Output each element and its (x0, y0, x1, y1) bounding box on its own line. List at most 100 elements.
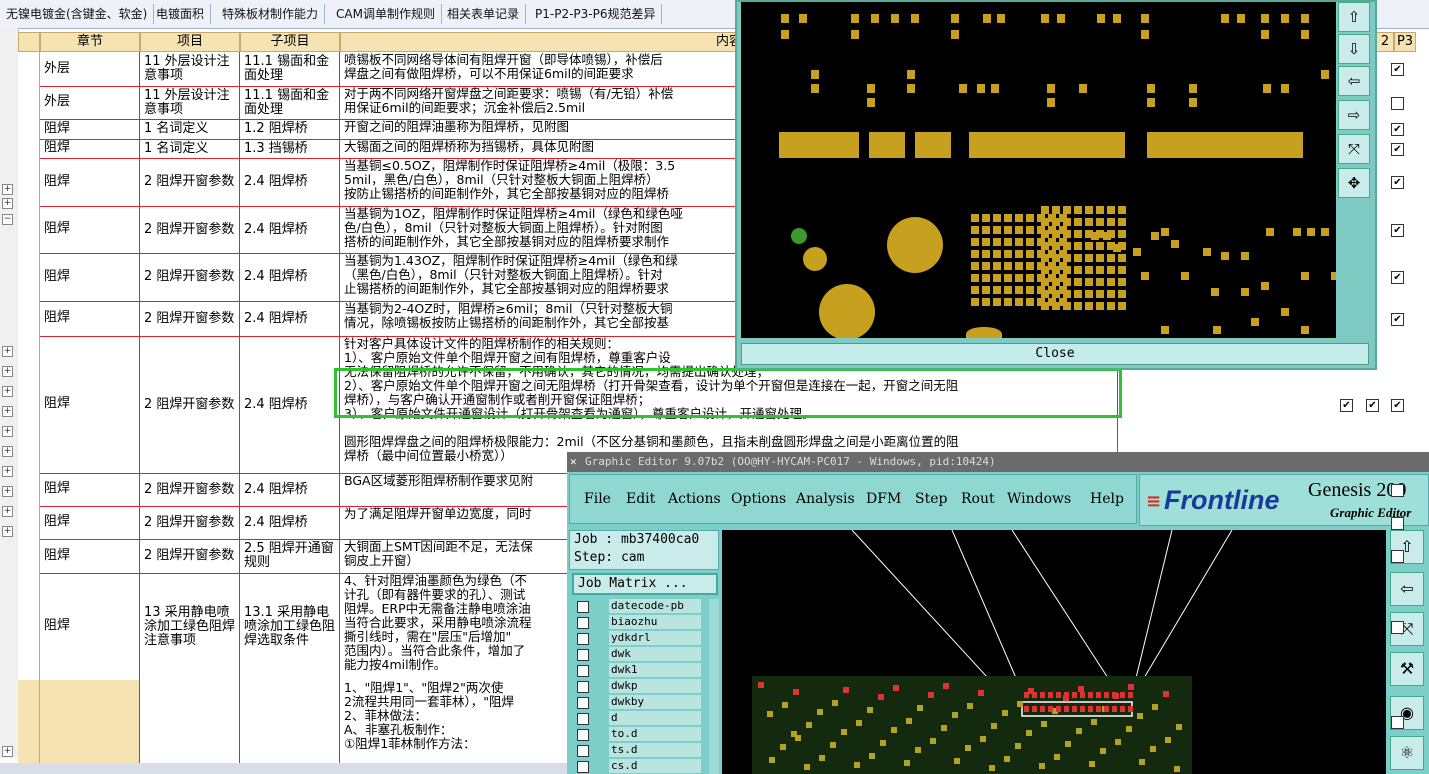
cell-subitem[interactable]: 11.1 锡面和金面处理 (240, 86, 340, 119)
menu-analysis[interactable]: Analysis (796, 491, 855, 507)
checkbox-p3[interactable]: ✔ (1391, 398, 1404, 412)
layer-name[interactable]: biaozhu (609, 615, 701, 629)
column-header-item[interactable]: 项目 (140, 32, 240, 52)
cell-item[interactable]: 13 采用静电喷涂加工绿色阻焊注意事项 (140, 573, 240, 680)
row-header[interactable] (18, 506, 40, 539)
checkbox-p3[interactable]: ✔ (1391, 142, 1404, 156)
layer-name[interactable]: to.d (609, 727, 701, 741)
cell-subitem[interactable]: 2.4 阻焊桥 (240, 253, 340, 301)
row-header[interactable] (18, 119, 40, 139)
layer-name[interactable]: dwk (609, 647, 701, 661)
cell-chapter[interactable]: 外层 (40, 52, 140, 86)
cell-subitem[interactable]: 2.4 阻焊桥 (240, 336, 340, 473)
cell-item[interactable]: 2 阻焊开窗参数 (140, 336, 240, 473)
row-header[interactable] (18, 158, 40, 206)
cell-item[interactable]: 2 阻焊开窗参数 (140, 301, 240, 336)
checkbox-p3[interactable] (1391, 550, 1404, 563)
menu-options[interactable]: Options (731, 491, 786, 507)
checkbox-p1[interactable]: ✔ (1366, 398, 1379, 412)
checkbox-p3[interactable]: ✔ (1391, 123, 1404, 136)
expand-icon[interactable]: + (2, 366, 13, 377)
expand-icon[interactable]: + (2, 346, 13, 357)
checkbox-p3[interactable]: ✔ (1391, 271, 1404, 284)
layer-in-icon[interactable]: ⇦ (1338, 66, 1370, 96)
checkbox-p3[interactable] (1391, 716, 1404, 729)
cell-subitem[interactable]: 11.1 锡面和金面处理 (240, 52, 340, 86)
row-header[interactable] (18, 539, 40, 573)
cell-chapter[interactable]: 阻焊 (40, 301, 140, 336)
cell-subitem[interactable]: 2.4 阻焊桥 (240, 473, 340, 506)
menu-windows[interactable]: Windows (1007, 491, 1071, 507)
checkbox-p2[interactable]: ✔ (1340, 398, 1353, 412)
preview-canvas[interactable] (741, 2, 1336, 338)
menu-step[interactable]: Step (915, 491, 947, 507)
cell-chapter[interactable]: 外层 (40, 86, 140, 119)
expand-icon[interactable]: + (2, 486, 13, 497)
layer-checkbox[interactable] (577, 729, 589, 741)
tools-icon[interactable]: ⚒ (1390, 652, 1424, 686)
cell-subitem[interactable]: 1.3 挡锡桥 (240, 139, 340, 158)
layer-checkbox[interactable] (577, 697, 589, 709)
column-header-subitem[interactable]: 子项目 (240, 32, 340, 52)
checkbox-p3[interactable]: ✔ (1391, 176, 1404, 189)
cad-canvas[interactable] (722, 530, 1386, 774)
row-header[interactable] (18, 680, 40, 764)
row-header[interactable] (18, 573, 40, 680)
column-header-p3[interactable]: P3 (1394, 32, 1416, 52)
menu-edit[interactable]: Edit (626, 491, 655, 507)
cell-subitem[interactable]: 2.4 阻焊桥 (240, 506, 340, 539)
checkbox-p3[interactable] (1391, 483, 1404, 497)
row-header[interactable] (18, 473, 40, 506)
checkbox-p3[interactable] (1391, 516, 1404, 530)
layer-checkbox[interactable] (577, 713, 589, 725)
sheet-tab[interactable]: 特殊板材制作能力 (216, 4, 326, 24)
layer-row[interactable]: ydkdrl (577, 631, 713, 646)
close-button[interactable]: Close (741, 343, 1369, 365)
cell-chapter[interactable]: 阻焊 (40, 158, 140, 206)
layer-row[interactable]: cs.d (577, 759, 713, 774)
close-icon[interactable]: ✕ (570, 452, 577, 472)
layer-out-icon[interactable]: ⇨ (1338, 100, 1370, 130)
cell-item[interactable]: 2 阻焊开窗参数 (140, 158, 240, 206)
cell-item[interactable]: 2 阻焊开窗参数 (140, 539, 240, 573)
cell-subitem[interactable] (240, 680, 340, 764)
expand-icon[interactable]: + (2, 526, 13, 537)
checkbox-p3[interactable]: ✔ (1391, 223, 1404, 237)
menu-help[interactable]: Help (1090, 491, 1124, 507)
checkbox-p3[interactable] (1391, 96, 1404, 110)
layer-row[interactable]: to.d (577, 727, 713, 742)
job-matrix-button[interactable]: Job Matrix ... (572, 573, 718, 595)
layer-name[interactable]: cs.d (609, 759, 701, 773)
layer-name[interactable]: ts.d (609, 743, 701, 757)
checkbox-p3[interactable]: ✔ (1391, 312, 1404, 326)
layer-checkbox[interactable] (577, 681, 589, 693)
cell-item[interactable]: 11 外层设计注意事项 (140, 86, 240, 119)
cell-subitem[interactable]: 2.5 阻焊开通窗规则 (240, 539, 340, 573)
column-header-p2[interactable]: 2 (1376, 32, 1394, 52)
cell-chapter[interactable]: 阻焊 (40, 539, 140, 573)
layer-row[interactable]: dwk1 (577, 663, 713, 678)
import-icon[interactable]: ⇩ (1338, 34, 1370, 64)
cell-item[interactable]: 1 名词定义 (140, 119, 240, 139)
layer-row[interactable]: dwkp (577, 679, 713, 694)
menu-dfm[interactable]: DFM (866, 491, 901, 507)
cell-chapter[interactable]: 阻焊 (40, 139, 140, 158)
layer-checkbox[interactable] (577, 761, 589, 773)
export-icon[interactable]: ⇧ (1338, 2, 1370, 32)
layer-name[interactable]: dwkby (609, 695, 701, 709)
select-all-corner[interactable] (18, 32, 40, 52)
expand-icon[interactable]: + (2, 426, 13, 437)
import-icon[interactable]: ⇦ (1390, 572, 1424, 606)
cell-chapter[interactable]: 阻焊 (40, 336, 140, 473)
menu-rout[interactable]: Rout (961, 491, 995, 507)
cell-item[interactable]: 2 阻焊开窗参数 (140, 206, 240, 253)
layer-row[interactable]: dwk (577, 647, 713, 662)
expand-icon[interactable]: + (2, 184, 13, 195)
cell-item[interactable]: 2 阻焊开窗参数 (140, 253, 240, 301)
layer-row[interactable]: datecode-pb (577, 599, 713, 614)
row-header[interactable] (18, 301, 40, 336)
layer-name[interactable]: dwkp (609, 679, 701, 693)
expand-icon[interactable]: + (2, 386, 13, 397)
layer-name[interactable]: datecode-pb (609, 599, 701, 613)
layer-checkbox[interactable] (577, 617, 589, 629)
